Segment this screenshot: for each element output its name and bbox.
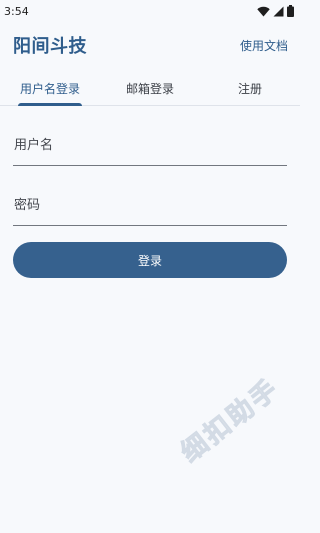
tab-email-login[interactable]: 邮箱登录 [100, 72, 200, 105]
tab-username-login[interactable]: 用户名登录 [0, 72, 100, 106]
password-input[interactable] [13, 186, 287, 225]
battery-icon [287, 5, 294, 17]
app-bar: 阳间斗技 使用文档 [0, 26, 300, 64]
username-input[interactable] [13, 126, 287, 165]
tab-register[interactable]: 注册 [200, 72, 300, 105]
help-docs-link[interactable]: 使用文档 [240, 37, 288, 54]
login-button[interactable]: 登录 [13, 242, 287, 278]
status-bar: 3:54 [0, 0, 300, 22]
cellular-signal-icon [273, 6, 284, 16]
username-field [13, 126, 287, 166]
login-screen: 3:54 阳间斗技 使用文档 用户名登录 邮箱登录 注册 登录 细扣助手 [0, 0, 300, 533]
wifi-icon [257, 6, 270, 16]
login-tabs: 用户名登录 邮箱登录 注册 [0, 72, 300, 106]
status-icons [257, 5, 294, 17]
status-time: 3:54 [4, 4, 29, 18]
watermark: 细扣助手 [175, 373, 286, 469]
app-title: 阳间斗技 [13, 36, 87, 57]
password-field [13, 186, 287, 226]
